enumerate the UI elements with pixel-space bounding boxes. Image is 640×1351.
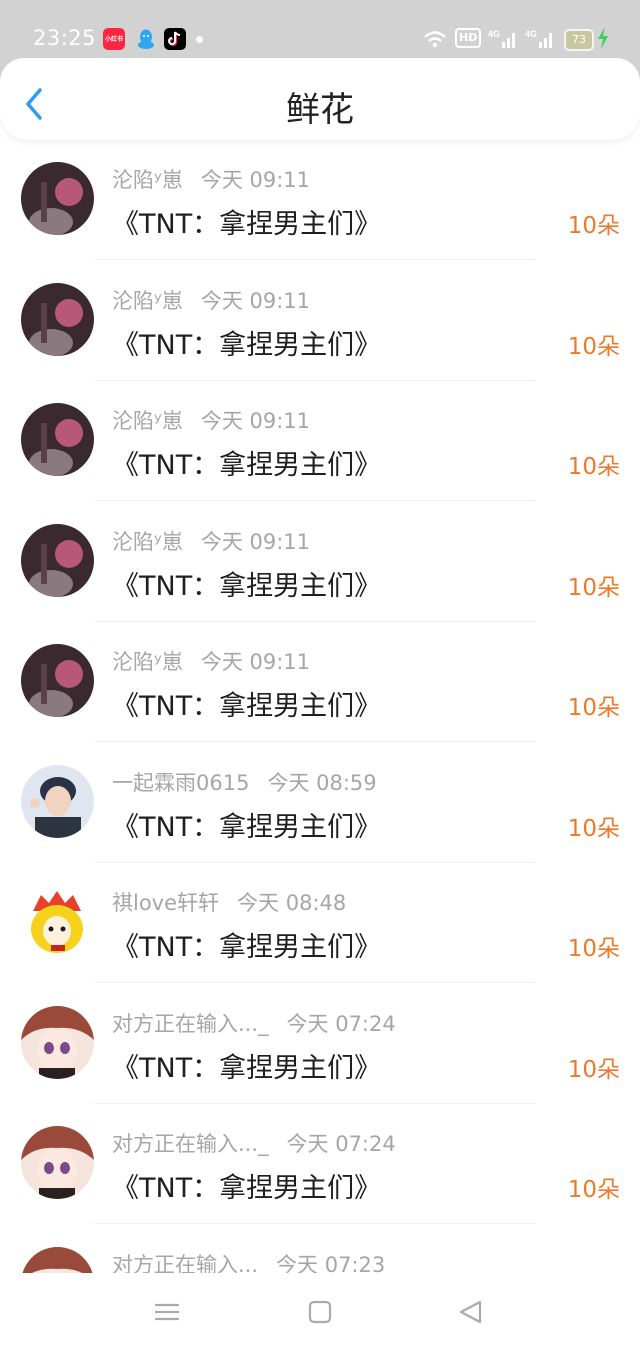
sender-name: 沦陷ʸ崽 <box>112 529 183 554</box>
home-square-icon[interactable] <box>305 1297 335 1327</box>
header: 鲜花 <box>0 58 640 140</box>
sender-name: 祺love轩轩 <box>112 891 220 915</box>
notification-dot-icon <box>196 36 203 43</box>
avatar[interactable] <box>21 885 94 958</box>
avatar[interactable] <box>21 523 94 597</box>
sender-meta: 对方正在输入..._ 今天 07:24 <box>112 1128 396 1158</box>
status-time: 23:25 <box>33 26 97 50</box>
flower-record-row[interactable]: 对方正在输入..._ 今天 07:24 《TNT：拿捏男主们》 10朵 <box>0 984 640 1104</box>
avatar[interactable] <box>21 1005 94 1079</box>
sender-name: 对方正在输入..._ <box>112 1132 269 1156</box>
send-time: 今天 09:11 <box>200 168 311 192</box>
flower-amount: 10朵 <box>567 695 620 721</box>
page-title: 鲜花 <box>286 90 354 130</box>
sender-meta: 沦陷ʸ崽 今天 09:11 <box>112 405 310 435</box>
book-title: 《TNT：拿捏男主们》 <box>112 932 382 963</box>
flower-record-row[interactable]: 祺love轩轩 今天 08:48 《TNT：拿捏男主们》 10朵 <box>0 863 640 983</box>
menu-icon[interactable] <box>152 1297 182 1327</box>
flower-record-row[interactable]: 沦陷ʸ崽 今天 09:11 《TNT：拿捏男主们》 10朵 <box>0 381 640 501</box>
book-title: 《TNT：拿捏男主们》 <box>112 450 382 481</box>
book-title: 《TNT：拿捏男主们》 <box>112 811 382 843</box>
sender-meta: 对方正在输入..._ 今天 07:24 <box>112 1008 396 1038</box>
system-navbar <box>0 1273 640 1351</box>
flower-amount: 10朵 <box>567 333 620 360</box>
flower-amount: 10朵 <box>567 574 620 601</box>
flower-record-row[interactable]: 对方正在输入..._ 今天 07:24 《TNT：拿捏男主们》 10朵 <box>0 1104 640 1224</box>
book-title: 《TNT：拿捏男主们》 <box>112 1052 382 1084</box>
charging-bolt-icon <box>596 26 610 54</box>
tiktok-app-icon <box>164 28 186 50</box>
send-time: 今天 09:11 <box>200 529 311 554</box>
flower-record-row[interactable]: 沦陷ʸ崽 今天 09:11 《TNT：拿捏男主们》 10朵 <box>0 502 640 622</box>
svg-text:4G: 4G <box>525 29 537 39</box>
flower-record-row[interactable]: 沦陷ʸ崽 今天 09:11 《TNT：拿捏男主们》 10朵 <box>0 622 640 742</box>
send-time: 今天 07:24 <box>286 1011 396 1036</box>
redbook-label: 小红书 <box>104 36 123 43</box>
battery-icon: 73 <box>564 29 594 51</box>
svg-text:4G: 4G <box>488 29 500 39</box>
sender-name: 沦陷ʸ崽 <box>112 168 183 192</box>
send-time: 今天 08:59 <box>267 770 377 795</box>
avatar[interactable] <box>21 403 94 476</box>
send-time: 今天 08:48 <box>237 891 347 915</box>
flower-amount: 10朵 <box>567 936 620 962</box>
book-title: 《TNT：拿捏男主们》 <box>112 1173 382 1204</box>
send-time: 今天 09:11 <box>200 288 311 313</box>
book-title: 《TNT：拿捏男主们》 <box>112 209 382 240</box>
flower-record-row[interactable]: 一起霖雨0615 今天 08:59 《TNT：拿捏男主们》 10朵 <box>0 743 640 863</box>
qq-app-icon <box>135 28 157 50</box>
sender-name: 沦陷ʸ崽 <box>112 409 183 433</box>
sender-name: 一起霖雨0615 <box>112 770 250 795</box>
back-triangle-icon[interactable] <box>456 1297 486 1327</box>
sender-name: 沦陷ʸ崽 <box>112 288 183 313</box>
sender-meta: 沦陷ʸ崽 今天 09:11 <box>112 285 310 315</box>
flower-amount: 10朵 <box>567 1056 620 1083</box>
avatar[interactable] <box>21 644 94 717</box>
flower-amount: 10朵 <box>567 454 620 480</box>
avatar[interactable] <box>21 1246 94 1273</box>
flower-record-row[interactable]: 沦陷ʸ崽 今天 09:11 《TNT：拿捏男主们》 10朵 <box>0 140 640 260</box>
sender-name: 对方正在输入..._ <box>112 1011 269 1036</box>
flower-amount: 10朵 <box>567 815 620 842</box>
redbook-app-icon: 小红书 <box>103 28 125 50</box>
send-time: 今天 07:24 <box>286 1132 396 1156</box>
flower-record-row[interactable]: 对方正在输入...今天 07:23《TNT：拿捏男主们》10朵 <box>0 1225 640 1274</box>
sender-meta: 一起霖雨0615 今天 08:59 <box>112 767 377 797</box>
book-title: 《TNT：拿捏男主们》 <box>112 570 382 602</box>
flower-record-row[interactable]: 沦陷ʸ崽 今天 09:11 《TNT：拿捏男主们》 10朵 <box>0 261 640 381</box>
avatar[interactable] <box>21 1126 94 1199</box>
avatar[interactable] <box>21 282 94 356</box>
avatar[interactable] <box>21 764 94 838</box>
sender-name: 沦陷ʸ崽 <box>112 650 183 674</box>
avatar[interactable] <box>21 162 94 235</box>
signal-icon-2: 4G <box>525 28 553 50</box>
hd-icon: HD <box>455 28 482 48</box>
signal-icon-1: 4G <box>488 28 516 50</box>
sender-meta: 沦陷ʸ崽 今天 09:11 <box>112 646 310 676</box>
book-title: 《TNT：拿捏男主们》 <box>112 329 382 361</box>
wifi-icon <box>423 28 447 50</box>
sender-meta: 祺love轩轩 今天 08:48 <box>112 887 346 917</box>
send-time: 今天 07:23 <box>276 1252 386 1274</box>
flower-amount: 10朵 <box>567 213 620 239</box>
sender-meta: 沦陷ʸ崽 今天 09:11 <box>112 164 310 194</box>
send-time: 今天 09:11 <box>200 409 311 433</box>
sender-name: 对方正在输入... <box>112 1252 259 1274</box>
book-title: 《TNT：拿捏男主们》 <box>112 691 382 722</box>
send-time: 今天 09:11 <box>200 650 311 674</box>
sender-meta: 沦陷ʸ崽 今天 09:11 <box>112 526 310 556</box>
flower-amount: 10朵 <box>567 1177 620 1203</box>
flower-list: 沦陷ʸ崽 今天 09:11 《TNT：拿捏男主们》 10朵 沦陷ʸ崽 今天 09:11 《T… <box>0 140 640 1273</box>
sender-meta: 对方正在输入... 今天 07:23 <box>112 1249 385 1274</box>
